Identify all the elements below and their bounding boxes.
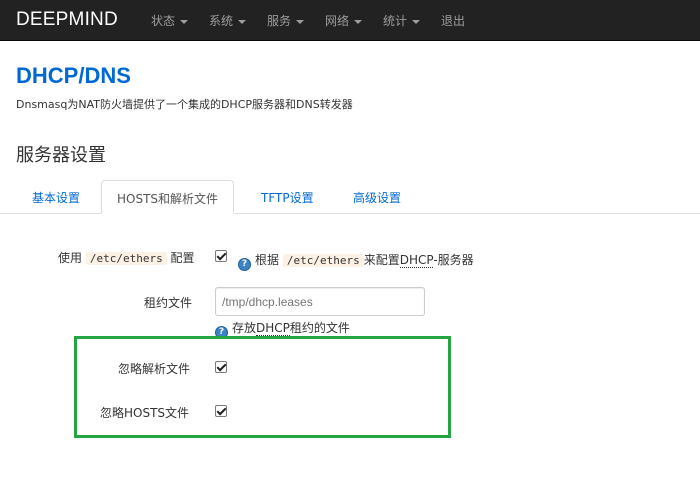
ethers-label: 使用 /etc/ethers 配置 [58, 249, 195, 266]
dhcp-abbr: DHCP [399, 253, 434, 268]
nohosts-checkbox[interactable] [215, 405, 227, 417]
top-navbar: DEEPMIND 状态 系统 服务 网络 统计 退出 [0, 0, 700, 41]
leasefile-help-prefix: 存放 [232, 321, 257, 335]
nav-status[interactable]: 状态 [151, 12, 189, 29]
nav-statistics[interactable]: 统计 [383, 12, 421, 29]
ethers-label-code: /etc/ethers [85, 252, 167, 265]
ethers-checkbox[interactable] [215, 250, 227, 262]
help-icon: ? [238, 258, 251, 271]
highlight-box [74, 336, 451, 438]
chevron-down-icon [238, 19, 247, 24]
section-title: 服务器设置 [16, 145, 106, 166]
nohosts-label: 忽略HOSTS文件 [100, 406, 190, 420]
nav-system-label: 系统 [209, 14, 234, 28]
brand-logo[interactable]: DEEPMIND [16, 9, 118, 31]
chevron-down-icon [412, 19, 421, 24]
page-title: DHCP/DNS [16, 63, 131, 88]
tab-basic-settings[interactable]: 基本设置 [17, 180, 95, 214]
nav-network-label: 网络 [325, 14, 350, 28]
tab-tftp-settings[interactable]: TFTP设置 [246, 180, 329, 214]
ethers-help-suffix: -服务器 [433, 253, 474, 267]
dhcp-abbr: DHCP [256, 321, 290, 336]
nav-statistics-label: 统计 [383, 14, 408, 28]
tab-hosts-resolv[interactable]: HOSTS和解析文件 [101, 180, 235, 214]
tab-hosts-resolv-label: HOSTS和解析文件 [117, 192, 219, 206]
tab-advanced-settings[interactable]: 高级设置 [338, 180, 416, 214]
tab-advanced-settings-label: 高级设置 [353, 191, 402, 205]
ethers-help: ? 根据 /etc/ethers 来配置DHCP-服务器 [238, 251, 474, 271]
nav-logout[interactable]: 退出 [441, 12, 465, 29]
chevron-down-icon [180, 19, 189, 24]
nav-services-label: 服务 [267, 14, 292, 28]
ethers-help-prefix: 根据 [255, 253, 280, 267]
tab-tftp-settings-label: TFTP设置 [261, 191, 314, 205]
ethers-help-middle: 来配置 [363, 253, 400, 267]
tab-basic-settings-label: 基本设置 [32, 191, 81, 205]
noresolv-label: 忽略解析文件 [118, 362, 191, 376]
ethers-label-suffix: 配置 [170, 251, 195, 265]
leasefile-input[interactable] [215, 287, 425, 316]
ethers-help-code: /etc/ethers [282, 254, 364, 267]
nav-services[interactable]: 服务 [267, 12, 305, 29]
chevron-down-icon [354, 19, 363, 24]
leasefile-help-suffix: 租约的文件 [289, 321, 350, 335]
noresolv-checkbox[interactable] [215, 361, 227, 373]
nav-system[interactable]: 系统 [209, 12, 247, 29]
leasefile-label: 租约文件 [144, 296, 193, 310]
nav-network[interactable]: 网络 [325, 12, 363, 29]
page-description: Dnsmasq为NAT防火墙提供了一个集成的DHCP服务器和DNS转发器 [16, 98, 353, 111]
nav-status-label: 状态 [151, 14, 176, 28]
ethers-label-prefix: 使用 [58, 251, 83, 265]
chevron-down-icon [296, 19, 305, 24]
